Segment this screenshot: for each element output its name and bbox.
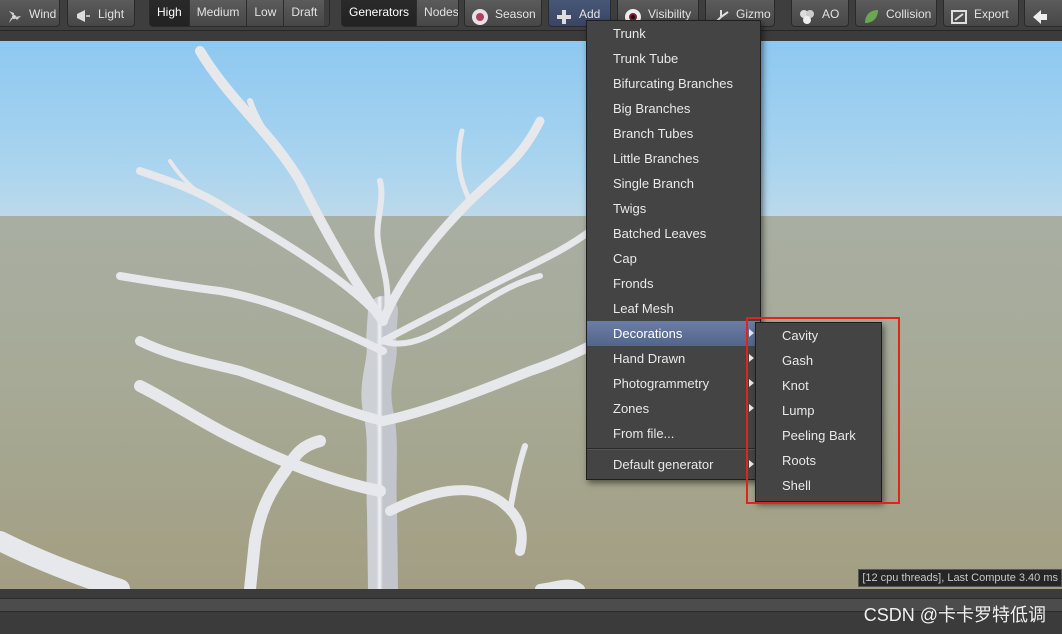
menu-item-batched-leaves[interactable]: Batched Leaves <box>587 221 760 246</box>
menu-item-hand-drawn-label: Hand Drawn <box>613 351 686 366</box>
menu-item-photogrammetry[interactable]: Photogrammetry <box>587 371 760 396</box>
menu-item-fronds[interactable]: Fronds <box>587 271 760 296</box>
view-segmented: Generators Nodes <box>341 0 459 27</box>
quality-segmented: High Medium Low Draft <box>149 0 330 27</box>
tab-generators[interactable]: Generators <box>342 0 418 26</box>
menu-item-leaf-mesh[interactable]: Leaf Mesh <box>587 296 760 321</box>
menu-item-trunk[interactable]: Trunk <box>587 21 760 46</box>
status-bar-text: [12 cpu threads], Last Compute 3.40 ms <box>858 569 1062 587</box>
arrow-left-icon <box>1031 5 1049 24</box>
menu-separator <box>587 448 760 450</box>
wind-label: Wind <box>29 6 57 21</box>
quality-low[interactable]: Low <box>247 0 285 26</box>
ao-icon <box>798 5 816 24</box>
back-button[interactable] <box>1024 0 1062 27</box>
season-label: Season <box>495 6 536 21</box>
annotation-highlight-box <box>746 317 900 504</box>
export-button[interactable]: Export <box>943 0 1019 27</box>
leaf-icon <box>862 5 880 23</box>
export-label: Export <box>974 6 1009 21</box>
main-toolbar: Wind Light High Medium Low Draft Generat… <box>0 0 1062 31</box>
wind-icon <box>5 5 23 23</box>
light-icon <box>74 5 92 23</box>
menu-item-single-branch[interactable]: Single Branch <box>587 171 760 196</box>
ao-button[interactable]: AO <box>791 0 849 27</box>
3d-viewport[interactable] <box>0 41 1062 589</box>
export-icon <box>950 5 968 24</box>
menu-item-cap[interactable]: Cap <box>587 246 760 271</box>
menu-item-bifurcating-branches[interactable]: Bifurcating Branches <box>587 71 760 96</box>
menu-item-branch-tubes[interactable]: Branch Tubes <box>587 121 760 146</box>
menu-item-from-file[interactable]: From file... <box>587 421 760 446</box>
menu-item-hand-drawn[interactable]: Hand Drawn <box>587 346 760 371</box>
menu-item-default-generator-label: Default generator <box>613 457 714 472</box>
menu-item-little-branches[interactable]: Little Branches <box>587 146 760 171</box>
season-button[interactable]: Season <box>464 0 542 27</box>
quality-high[interactable]: High <box>150 0 190 26</box>
menu-item-photogrammetry-label: Photogrammetry <box>613 376 710 391</box>
tree-model <box>0 46 605 589</box>
menu-item-decorations[interactable]: Decorations <box>587 321 760 346</box>
plus-icon <box>555 5 573 24</box>
quality-medium[interactable]: Medium <box>189 0 248 26</box>
menu-item-zones-label: Zones <box>613 401 650 416</box>
wind-button[interactable]: Wind <box>0 0 60 27</box>
tab-nodes[interactable]: Nodes <box>417 0 458 26</box>
menu-item-default-generator[interactable]: Default generator <box>587 452 760 477</box>
add-menu: Trunk Trunk Tube Bifurcating Branches Bi… <box>586 20 761 480</box>
season-icon <box>471 5 489 25</box>
light-button[interactable]: Light <box>67 0 135 27</box>
collision-label: Collision <box>886 6 932 21</box>
quality-draft[interactable]: Draft <box>284 0 325 26</box>
menu-item-trunk-tube[interactable]: Trunk Tube <box>587 46 760 71</box>
ao-label: AO <box>822 6 840 21</box>
collision-button[interactable]: Collision <box>855 0 937 27</box>
light-label: Light <box>98 6 125 21</box>
menu-item-big-branches[interactable]: Big Branches <box>587 96 760 121</box>
menu-item-twigs[interactable]: Twigs <box>587 196 760 221</box>
watermark: CSDN @卡卡罗特低调 <box>863 605 1046 625</box>
menu-item-zones[interactable]: Zones <box>587 396 760 421</box>
menu-item-decorations-label: Decorations <box>613 326 683 341</box>
